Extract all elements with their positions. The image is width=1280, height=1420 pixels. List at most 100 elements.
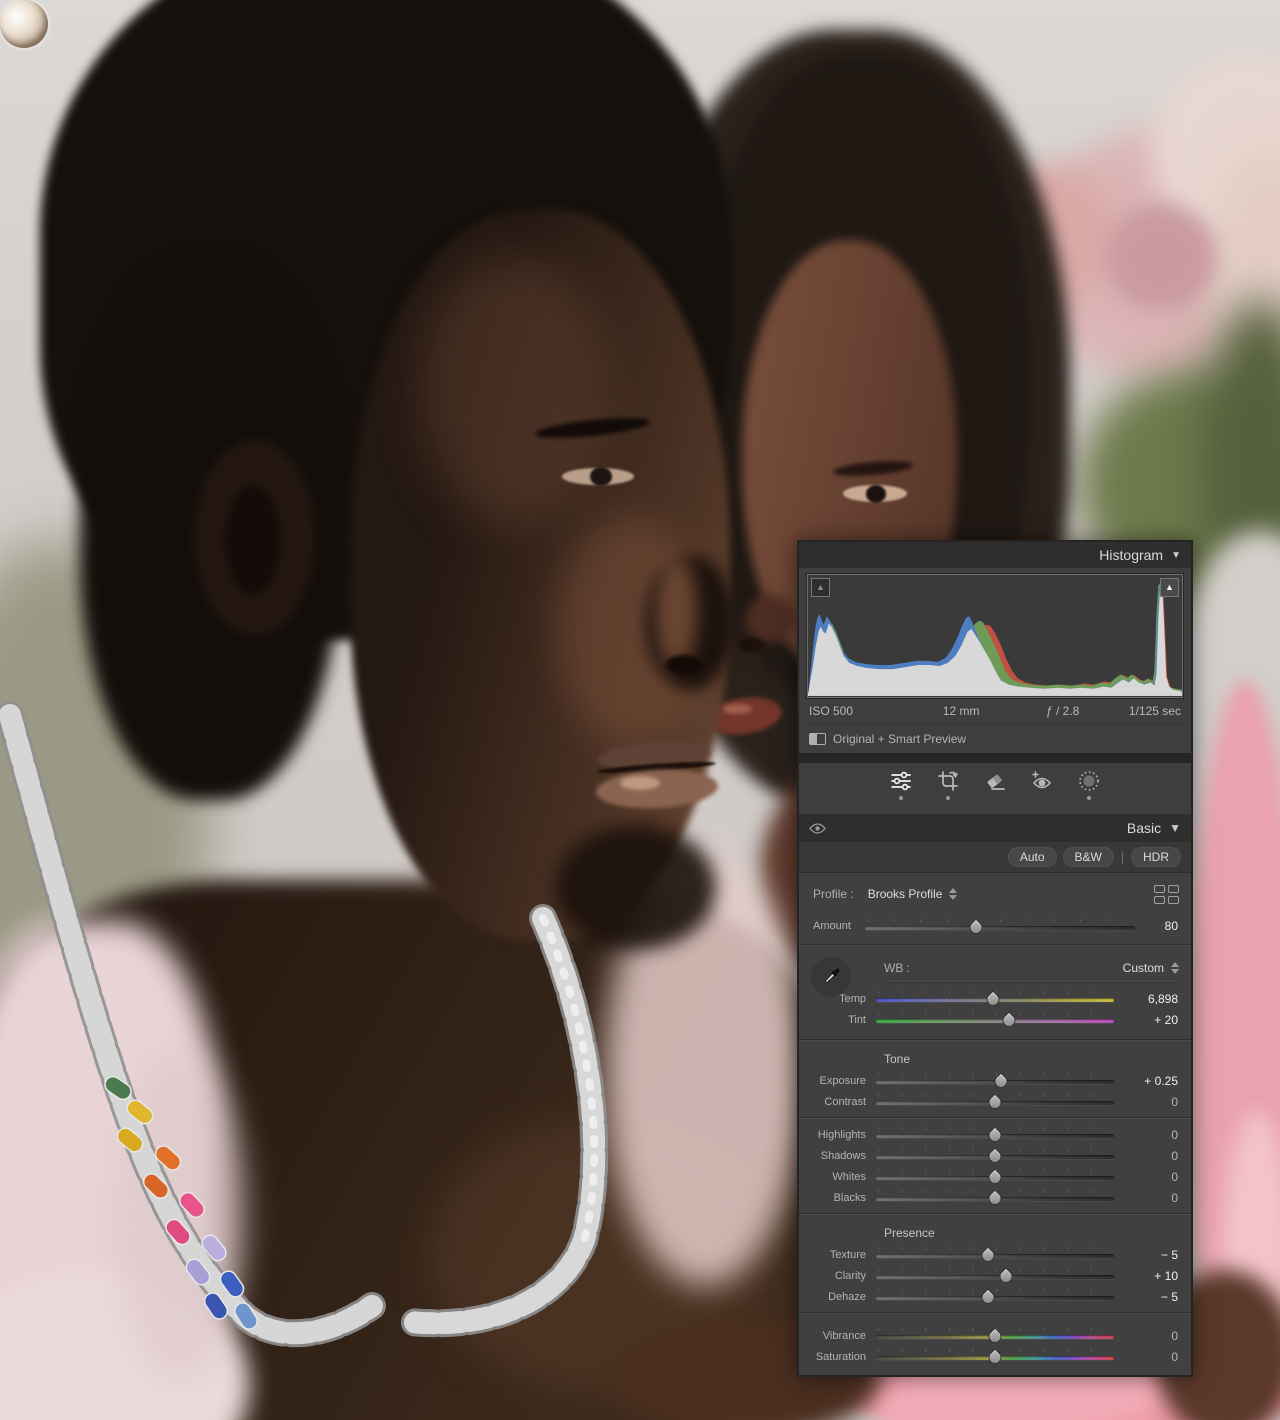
slider-bar <box>865 926 1135 930</box>
model-right-pupil <box>866 485 886 503</box>
blacks-slider-row: Blacks 0 <box>799 1187 1191 1208</box>
amount-label: Amount <box>813 920 865 932</box>
model-right-nostril <box>738 638 764 652</box>
amount-slider-track[interactable] <box>865 919 1135 934</box>
shadows-value[interactable]: 0 <box>1114 1149 1191 1163</box>
texture-slider-row: Texture − 5 <box>799 1244 1191 1265</box>
histogram-header[interactable]: Histogram ▼ <box>799 542 1191 568</box>
tool-active-dot <box>946 796 950 800</box>
vibrance-slider-track[interactable] <box>876 1328 1114 1343</box>
highlights-slider-track[interactable] <box>876 1127 1114 1142</box>
whites-value[interactable]: 0 <box>1114 1170 1191 1184</box>
bw-button[interactable]: B&W <box>1063 847 1114 867</box>
dehaze-label: Dehaze <box>799 1291 866 1303</box>
saturation-value[interactable]: 0 <box>1114 1350 1191 1364</box>
histogram-chart[interactable]: ▲ ▲ <box>807 574 1183 698</box>
dehaze-slider-track[interactable] <box>876 1289 1114 1304</box>
model-left-nostril <box>666 655 702 675</box>
blacks-label: Blacks <box>799 1192 866 1204</box>
temp-value[interactable]: 6,898 <box>1114 992 1191 1006</box>
hdr-button[interactable]: HDR <box>1131 847 1181 867</box>
white-balance-block: WB : Custom Temp 6,898 Tint + 20 <box>799 951 1191 1034</box>
aperture-value: ƒ / 2.8 <box>1046 704 1079 718</box>
amount-slider-row: Amount 80 <box>799 913 1191 939</box>
exposure-label: Exposure <box>799 1075 866 1087</box>
basic-panel-body: Auto B&W | HDR Profile : Brooks Profile … <box>799 842 1191 1375</box>
edit-icon <box>889 769 913 793</box>
tool-active-dot <box>899 796 903 800</box>
clarity-value[interactable]: + 10 <box>1114 1269 1191 1283</box>
collapse-triangle-icon[interactable]: ▼ <box>1171 550 1181 561</box>
histogram-body: ▲ ▲ ISO 500 12 mm ƒ / 2.8 1/125 sec Orig… <box>799 568 1191 753</box>
histogram-plot <box>808 575 1182 697</box>
highlights-value[interactable]: 0 <box>1114 1128 1191 1142</box>
blacks-value[interactable]: 0 <box>1114 1191 1191 1205</box>
healing-tool[interactable] <box>983 769 1007 800</box>
highlights-label: Highlights <box>799 1129 866 1141</box>
highlight-clipping-toggle[interactable]: ▲ <box>1160 578 1179 597</box>
model-left-lip-shine <box>620 776 660 790</box>
vibrance-value[interactable]: 0 <box>1114 1329 1191 1343</box>
masking-tool[interactable] <box>1077 769 1101 800</box>
dehaze-value[interactable]: − 5 <box>1114 1290 1191 1304</box>
screenshot: { "photo": { "colors": { "background": "… <box>0 0 1280 1420</box>
crop-icon <box>936 769 960 793</box>
profile-browser-grid-icon[interactable] <box>1154 885 1179 904</box>
whites-slider-track[interactable] <box>876 1169 1114 1184</box>
exif-metadata-row: ISO 500 12 mm ƒ / 2.8 1/125 sec <box>807 698 1183 724</box>
iso-value: ISO 500 <box>807 704 853 718</box>
presence-section-header[interactable]: Presence <box>799 1220 1191 1244</box>
basic-panel-header[interactable]: Basic ▼ <box>799 814 1191 842</box>
contrast-slider-track[interactable] <box>876 1094 1114 1109</box>
masking-icon <box>1077 769 1101 793</box>
profile-value[interactable]: Brooks Profile <box>868 887 943 901</box>
saturation-label: Saturation <box>799 1351 866 1363</box>
clarity-slider-track[interactable] <box>876 1268 1114 1283</box>
tone-section-header[interactable]: Tone <box>799 1046 1191 1070</box>
wb-spinner-icon[interactable] <box>1171 962 1179 974</box>
histogram-title: Histogram <box>1099 547 1163 563</box>
highlights-slider-row: Highlights 0 <box>799 1124 1191 1145</box>
smart-preview-status[interactable]: Original + Smart Preview <box>807 724 1183 753</box>
redeye-icon <box>1030 769 1054 793</box>
amount-value[interactable]: 80 <box>1135 919 1191 933</box>
shadow-clipping-toggle[interactable]: ▲ <box>811 578 830 597</box>
wb-value[interactable]: Custom <box>1123 961 1164 975</box>
exposure-slider-row: Exposure + 0.25 <box>799 1070 1191 1091</box>
tint-slider-track[interactable] <box>876 1012 1114 1027</box>
smart-preview-label: Original + Smart Preview <box>833 732 966 746</box>
tulle-shape <box>115 1050 245 1380</box>
group-divider <box>799 1213 1191 1215</box>
profile-spinner-icon[interactable] <box>949 888 957 900</box>
temp-slider-row: Temp 6,898 <box>799 988 1191 1009</box>
tool-strip <box>799 763 1191 814</box>
shadows-slider-track[interactable] <box>876 1148 1114 1163</box>
model-left-ear-inner <box>225 485 280 595</box>
exposure-value[interactable]: + 0.25 <box>1114 1074 1191 1088</box>
blacks-slider-track[interactable] <box>876 1190 1114 1205</box>
model-right-lip-shine <box>722 704 752 714</box>
model-left-forehead-highlight <box>420 255 610 525</box>
profile-label: Profile : <box>813 887 854 901</box>
contrast-value[interactable]: 0 <box>1114 1095 1191 1109</box>
wb-eyedropper-button[interactable] <box>811 957 851 997</box>
tint-label: Tint <box>799 1014 866 1026</box>
treatment-buttons-row: Auto B&W | HDR <box>799 842 1191 873</box>
texture-slider-track[interactable] <box>876 1247 1114 1262</box>
saturation-slider-track[interactable] <box>876 1349 1114 1364</box>
redeye-tool[interactable] <box>1030 769 1054 800</box>
crop-tool[interactable] <box>936 769 960 800</box>
exposure-slider-track[interactable] <box>876 1073 1114 1088</box>
auto-button[interactable]: Auto <box>1008 847 1057 867</box>
group-divider <box>799 944 1191 946</box>
inner-divider <box>799 1117 1191 1119</box>
healing-icon <box>983 769 1007 793</box>
vibrance-slider-row: Vibrance 0 <box>799 1325 1191 1346</box>
collapse-triangle-icon[interactable]: ▼ <box>1169 821 1181 835</box>
texture-value[interactable]: − 5 <box>1114 1248 1191 1262</box>
temp-slider-track[interactable] <box>876 991 1114 1006</box>
edit-tool[interactable] <box>889 769 913 800</box>
panel-visibility-eye-icon[interactable] <box>809 822 826 835</box>
shadows-slider-row: Shadows 0 <box>799 1145 1191 1166</box>
tint-value[interactable]: + 20 <box>1114 1013 1191 1027</box>
